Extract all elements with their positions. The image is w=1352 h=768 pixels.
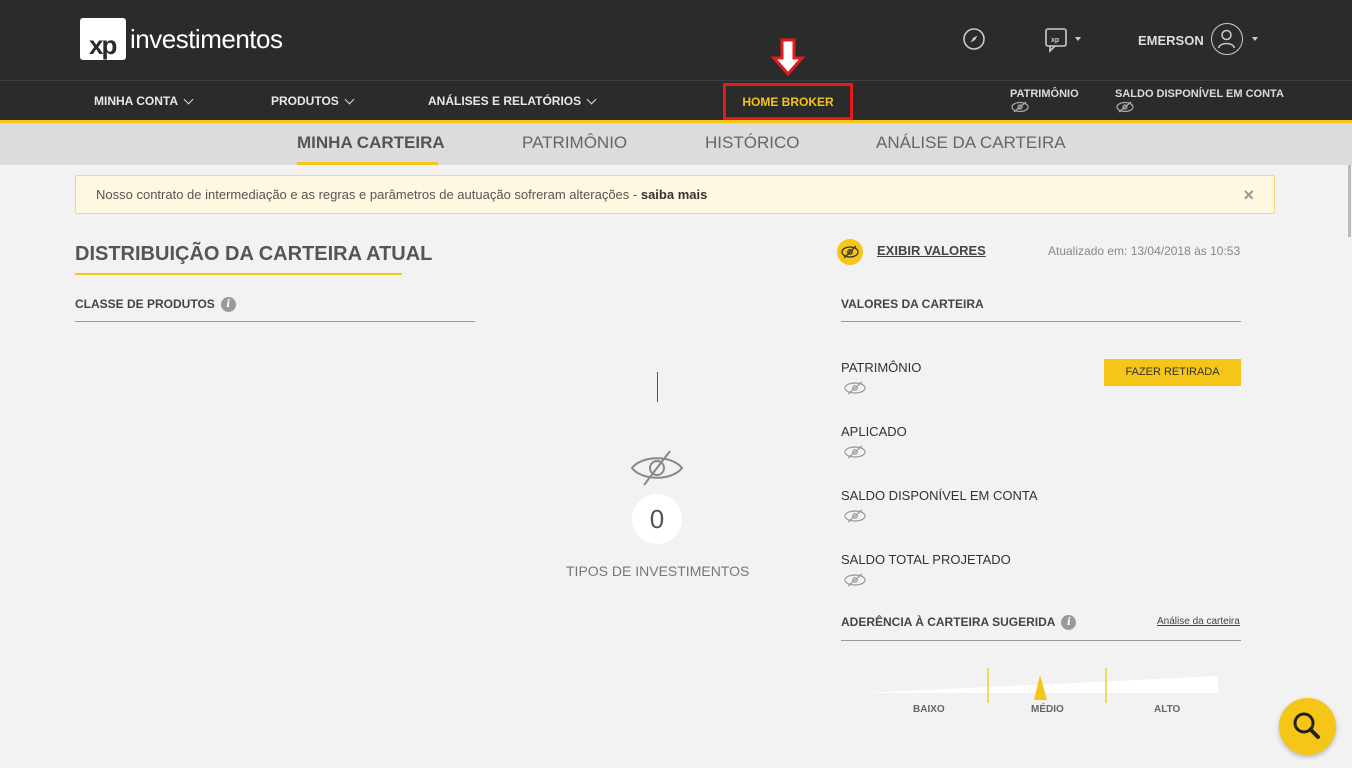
divider [841, 640, 1241, 641]
nav-patrimonio-label: PATRIMÔNIO [1010, 88, 1079, 100]
chevron-down-icon [344, 94, 355, 104]
nav-label: MINHA CONTA [94, 94, 178, 108]
investment-count-label: TIPOS DE INVESTIMENTOS [566, 563, 750, 579]
user-icon [1217, 29, 1236, 49]
user-name[interactable]: EMERSON [1138, 33, 1204, 48]
saiba-mais-link[interactable]: saiba mais [641, 187, 708, 202]
tab-historico[interactable]: HISTÓRICO [705, 133, 799, 153]
classe-produtos-text: CLASSE DE PRODUTOS [75, 297, 215, 311]
aderencia-text: ADERÊNCIA À CARTEIRA SUGERIDA [841, 615, 1056, 629]
avatar[interactable] [1211, 23, 1243, 55]
nav-saldo-label: SALDO DISPONÍVEL EM CONTA [1115, 88, 1284, 100]
fazer-retirada-button[interactable]: FAZER RETIRADA [1104, 359, 1241, 386]
search-icon [1293, 712, 1320, 739]
red-arrow-down-icon [770, 38, 806, 77]
scrollbar[interactable] [1348, 165, 1351, 237]
eye-hidden-icon [841, 245, 859, 259]
logo-text: investimentos [130, 23, 283, 54]
tab-analise-carteira[interactable]: ANÁLISE DA CARTEIRA [876, 133, 1066, 153]
divider [841, 321, 1241, 322]
page-title: DISTRIBUIÇÃO DA CARTEIRA ATUAL [75, 243, 433, 265]
analise-carteira-link[interactable]: Análise da carteira [1157, 616, 1240, 627]
aderencia-label: ADERÊNCIA À CARTEIRA SUGERIDA i [841, 615, 1077, 631]
eye-hidden-icon [844, 381, 866, 395]
chevron-down-icon [586, 94, 597, 104]
classe-produtos-label: CLASSE DE PRODUTOS i [75, 297, 236, 313]
notice-text: Nosso contrato de intermediação e as reg… [96, 187, 641, 202]
eye-hidden-icon [844, 573, 866, 587]
chat-icon[interactable]: xp [1044, 26, 1070, 54]
search-button[interactable] [1279, 698, 1336, 755]
notice-banner: Nosso contrato de intermediação e as reg… [75, 175, 1275, 214]
top-header: xp investimentos xp EMERSON [0, 0, 1352, 80]
nav-label: PRODUTOS [271, 94, 339, 108]
nav-saldo[interactable]: SALDO DISPONÍVEL EM CONTA [1115, 88, 1284, 113]
logo-mark: xp [80, 18, 126, 60]
valores-carteira-label: VALORES DA CARTEIRA [841, 297, 984, 311]
eye-hidden-icon [1011, 101, 1029, 113]
portfolio-tabs: MINHA CARTEIRA PATRIMÔNIO HISTÓRICO ANÁL… [0, 123, 1352, 165]
updated-timestamp: Atualizado em: 13/04/2018 às 10:53 [1048, 244, 1241, 258]
user-menu-chevron-icon[interactable] [1252, 37, 1258, 41]
tab-patrimonio[interactable]: PATRIMÔNIO [522, 133, 627, 153]
toggle-values-button[interactable] [837, 239, 863, 265]
nav-minha-conta[interactable]: MINHA CONTA [94, 94, 194, 108]
saldo-disponivel-label: SALDO DISPONÍVEL EM CONTA [841, 488, 1038, 503]
compass-icon[interactable] [961, 26, 987, 52]
nav-patrimonio[interactable]: PATRIMÔNIO [1010, 88, 1079, 113]
chevron-down-icon [183, 94, 194, 104]
adherence-gauge [865, 668, 1218, 703]
investment-count: 0 [632, 494, 682, 544]
chevron-down-icon[interactable] [1075, 37, 1081, 41]
divider [657, 372, 658, 402]
eye-hidden-icon [1116, 101, 1134, 113]
home-broker-link[interactable]: HOME BROKER [723, 83, 853, 120]
exibir-valores-link[interactable]: EXIBIR VALORES [877, 243, 986, 258]
gauge-label-medio: MÉDIO [1031, 704, 1064, 715]
active-tab-indicator [297, 162, 438, 165]
nav-produtos[interactable]: PRODUTOS [271, 94, 355, 108]
title-underline [75, 273, 402, 275]
main-nav: MINHA CONTA PRODUTOS ANÁLISES E RELATÓRI… [0, 80, 1352, 123]
info-icon[interactable]: i [220, 297, 236, 313]
aplicado-label: APLICADO [841, 424, 907, 439]
gauge-label-baixo: BAIXO [913, 704, 945, 715]
tab-minha-carteira[interactable]: MINHA CARTEIRA [297, 133, 445, 153]
patrimonio-label: PATRIMÔNIO [841, 360, 922, 375]
eye-hidden-icon [844, 445, 866, 459]
saldo-total-label: SALDO TOTAL PROJETADO [841, 552, 1011, 567]
xp-logo[interactable]: xp investimentos [80, 18, 283, 60]
eye-hidden-icon [844, 509, 866, 523]
svg-text:xp: xp [1051, 37, 1059, 44]
divider [75, 321, 475, 322]
close-icon[interactable]: × [1243, 185, 1254, 206]
nav-label: ANÁLISES E RELATÓRIOS [428, 94, 582, 108]
gauge-label-alto: ALTO [1154, 704, 1181, 715]
info-icon[interactable]: i [1061, 615, 1077, 631]
logo-mark-text: xp [89, 30, 117, 60]
eye-hidden-icon [630, 450, 684, 486]
nav-analises[interactable]: ANÁLISES E RELATÓRIOS [428, 94, 597, 108]
